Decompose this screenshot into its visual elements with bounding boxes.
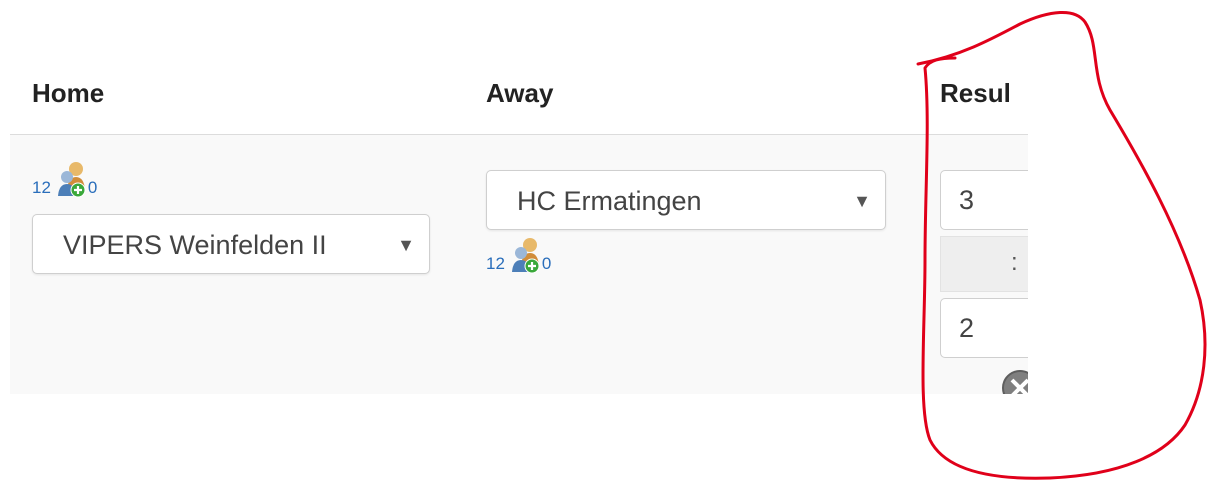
chevron-down-icon: ▼ xyxy=(397,235,415,255)
header-home: Home xyxy=(32,78,105,108)
clear-icon[interactable] xyxy=(1000,368,1028,394)
away-team-select[interactable]: HC Ermatingen ▼ xyxy=(486,170,886,230)
away-player-info[interactable]: 12 0 xyxy=(486,236,551,274)
header-away: Away xyxy=(486,78,554,108)
header-divider xyxy=(10,134,1028,135)
header-result: Resul xyxy=(940,78,1011,108)
home-player-info[interactable]: 12 0 xyxy=(32,160,97,198)
score-separator-colon: : xyxy=(1011,249,1018,276)
home-team-select[interactable]: VIPERS Weinfelden II ▼ xyxy=(32,214,430,274)
home-score-input[interactable]: 3 xyxy=(940,170,1028,230)
match-entry-panel: Home Away Resul 12 0 VIPERS Weinfelden I… xyxy=(10,0,1028,394)
chevron-down-icon: ▼ xyxy=(853,191,871,211)
home-player-count-added[interactable]: 0 xyxy=(88,178,97,198)
away-player-count[interactable]: 12 xyxy=(486,254,505,274)
home-team-value: VIPERS Weinfelden II xyxy=(63,230,327,260)
home-player-count[interactable]: 12 xyxy=(32,178,51,198)
score-separator: : xyxy=(940,236,1028,292)
players-add-icon[interactable] xyxy=(57,160,87,198)
away-score-input[interactable]: 2 xyxy=(940,298,1028,358)
players-add-icon[interactable] xyxy=(511,236,541,274)
away-team-value: HC Ermatingen xyxy=(517,186,702,216)
away-player-count-added[interactable]: 0 xyxy=(542,254,551,274)
